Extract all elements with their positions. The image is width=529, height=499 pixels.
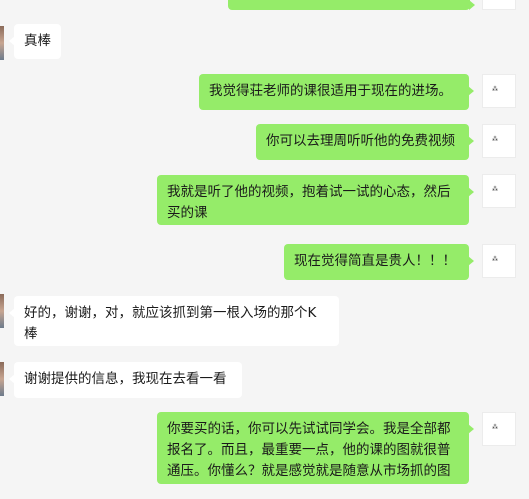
message-text: 你可以去理周听听他的免费视频 (266, 133, 455, 149)
outgoing-message-bubble[interactable]: 你要买的话，你可以先试试同学会。我是全部都报名了。而且，最重要一点，他的课的图就… (157, 412, 474, 484)
outgoing-message-bubble[interactable]: 现在觉得简直是贵人！！！ (284, 244, 474, 280)
incoming-message-bubble[interactable]: 谢谢提供的信息，我现在去看一看 (9, 362, 242, 398)
avatar-scribble-icon: ⁂ (492, 86, 498, 93)
avatar-scribble-icon: ⁂ (492, 256, 498, 263)
incoming-message-bubble[interactable]: 真棒 (9, 24, 61, 59)
message-text: 谢谢提供的信息，我现在去看一看 (24, 371, 227, 387)
avatar-scribble-icon: ⁂ (492, 424, 498, 431)
message-text: 你要买的话，你可以先试试同学会。我是全部都报名了。而且，最重要一点，他的课的图就… (167, 421, 451, 479)
avatar-scribble-icon: ⁂ (492, 186, 498, 193)
incoming-message-bubble[interactable]: 好的，谢谢，对，就应该抓到第一根入场的那个K棒 (9, 296, 339, 346)
outgoing-message-bubble[interactable]: 你可以去理周听听他的免费视频 (256, 124, 474, 160)
outgoing-message-bubble[interactable]: 我就是听了他的视频，抱着试一试的心态，然后买的课 (157, 175, 474, 225)
user-avatar[interactable]: ⁂ (482, 174, 516, 208)
message-text: 好的，谢谢，对，就应该抓到第一根入场的那个K棒 (24, 305, 317, 342)
avatar-scribble-icon: ⁂ (492, 136, 498, 143)
outgoing-message-bubble[interactable]: 我觉得荘老师的课很适用于现在的进场。 (199, 74, 474, 110)
contact-avatar[interactable] (0, 362, 4, 396)
contact-avatar[interactable] (0, 294, 4, 328)
message-text: 我就是听了他的视频，抱着试一试的心态，然后买的课 (167, 184, 451, 221)
user-avatar[interactable]: ⁂ (482, 412, 516, 446)
contact-avatar[interactable] (482, 0, 516, 10)
user-avatar[interactable]: ⁂ (482, 74, 516, 108)
user-avatar[interactable]: ⁂ (482, 124, 516, 158)
outgoing-message-bubble-cropped[interactable] (228, 0, 475, 10)
contact-avatar[interactable] (0, 26, 4, 60)
user-avatar[interactable]: ⁂ (482, 244, 516, 278)
message-text: 真棒 (24, 33, 51, 49)
message-text: 现在觉得简直是贵人！！！ (294, 253, 456, 269)
message-text: 我觉得荘老师的课很适用于现在的进场。 (209, 83, 452, 99)
